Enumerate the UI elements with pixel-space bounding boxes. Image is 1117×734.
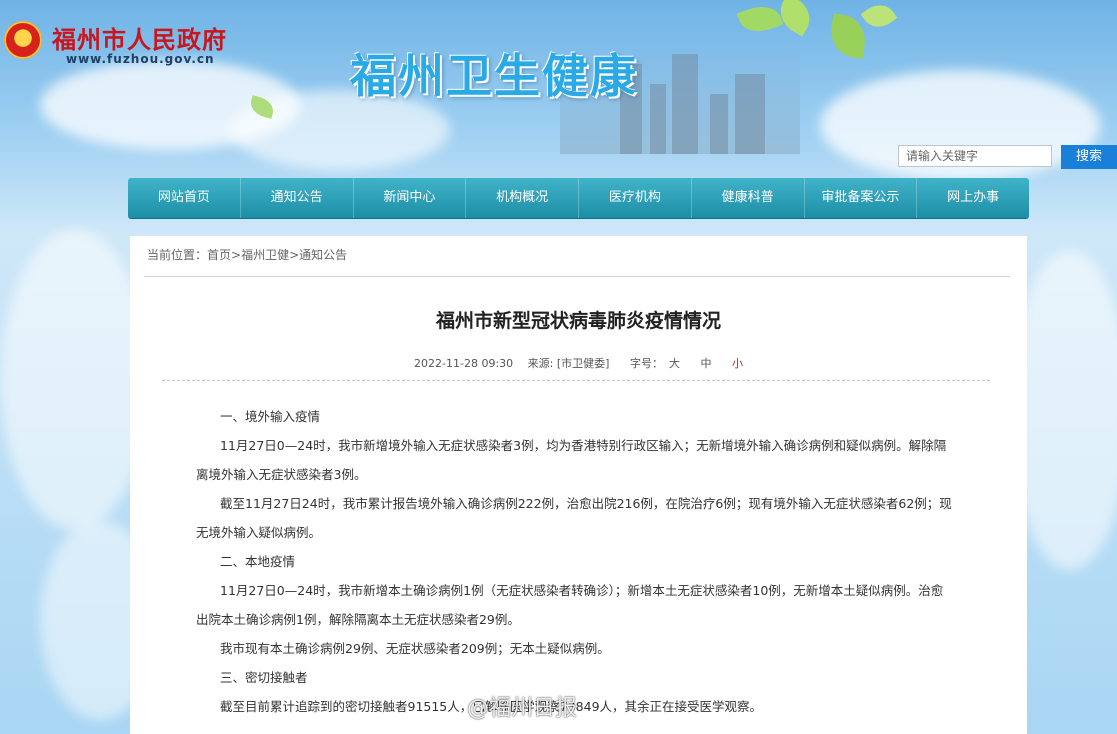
breadcrumb-separator: > (289, 248, 300, 262)
nav-item-notices[interactable]: 通知公告 (241, 178, 354, 218)
government-emblem-logo[interactable] (4, 21, 42, 59)
article-meta: 2022-11-28 09:30 来源: [市卫健委] 字号： 大 中 小 (130, 355, 1027, 371)
divider (144, 276, 1010, 277)
leaf-decoration (826, 13, 870, 59)
font-size-label: 字号： (629, 357, 663, 370)
content-panel: 当前位置：首页>福州卫健>通知公告 福州市新型冠状病毒肺炎疫情情况 2022-1… (130, 236, 1027, 734)
font-size-medium-button[interactable]: 中 (700, 357, 711, 370)
breadcrumb-health-commission[interactable]: 福州卫健 (241, 248, 289, 262)
breadcrumb-home[interactable]: 首页 (207, 248, 231, 262)
breadcrumb-notices[interactable]: 通知公告 (299, 248, 347, 262)
section-heading: 一、境外输入疫情 (220, 409, 321, 424)
section-heading: 二、本地疫情 (220, 554, 296, 569)
font-size-small-button[interactable]: 小 (732, 357, 743, 370)
banner-title: 福州卫生健康 (350, 49, 638, 103)
site-url[interactable]: www.fuzhou.gov.cn (66, 52, 215, 66)
nav-item-medical-institutions[interactable]: 医疗机构 (579, 178, 692, 218)
search-button[interactable]: 搜索 (1061, 145, 1117, 169)
main-nav: 网站首页 通知公告 新闻中心 机构概况 医疗机构 健康科普 审批备案公示 网上办… (128, 178, 1029, 218)
article-paragraph: 11月27日0—24时，我市新增境外输入无症状感染者3例，均为香港特别行政区输入… (196, 438, 947, 482)
nav-item-online-services[interactable]: 网上办事 (917, 178, 1029, 218)
nav-item-approvals[interactable]: 审批备案公示 (805, 178, 918, 218)
breadcrumb-prefix: 当前位置： (147, 248, 208, 262)
breadcrumb-separator: > (231, 248, 242, 262)
nav-item-home[interactable]: 网站首页 (128, 178, 241, 218)
article-date: 2022-11-28 09:30 (414, 357, 514, 370)
section-heading: 三、密切接触者 (220, 670, 308, 685)
article-paragraph: 截至11月27日24时，我市累计报告境外输入确诊病例222例，治愈出院216例，… (196, 496, 952, 540)
site-name[interactable]: 福州市人民政府 (52, 20, 227, 55)
nav-item-about[interactable]: 机构概况 (466, 178, 579, 218)
article-paragraph: 我市现有本土确诊病例29例、无症状感染者209例；无本土疑似病例。 (220, 641, 610, 656)
nav-item-news[interactable]: 新闻中心 (354, 178, 467, 218)
article-source: 来源: [市卫健委] (527, 357, 610, 370)
font-size-large-button[interactable]: 大 (669, 357, 680, 370)
cloud-decoration (0, 230, 150, 530)
search-input[interactable] (898, 145, 1052, 167)
article-body: 一、境外输入疫情 11月27日0—24时，我市新增境外输入无症状感染者3例，均为… (196, 402, 954, 721)
article-paragraph: 11月27日0—24时，我市新增本土确诊病例1例（无症状感染者转确诊）；新增本土… (196, 583, 944, 627)
breadcrumb: 当前位置：首页>福州卫健>通知公告 (147, 246, 347, 263)
nav-item-health-education[interactable]: 健康科普 (692, 178, 805, 218)
leaf-decoration (860, 0, 898, 34)
article-title: 福州市新型冠状病毒肺炎疫情情况 (435, 310, 721, 332)
weibo-watermark: @福州日报 (467, 696, 578, 721)
leaf-decoration (736, 0, 784, 39)
dashed-divider (162, 380, 990, 381)
